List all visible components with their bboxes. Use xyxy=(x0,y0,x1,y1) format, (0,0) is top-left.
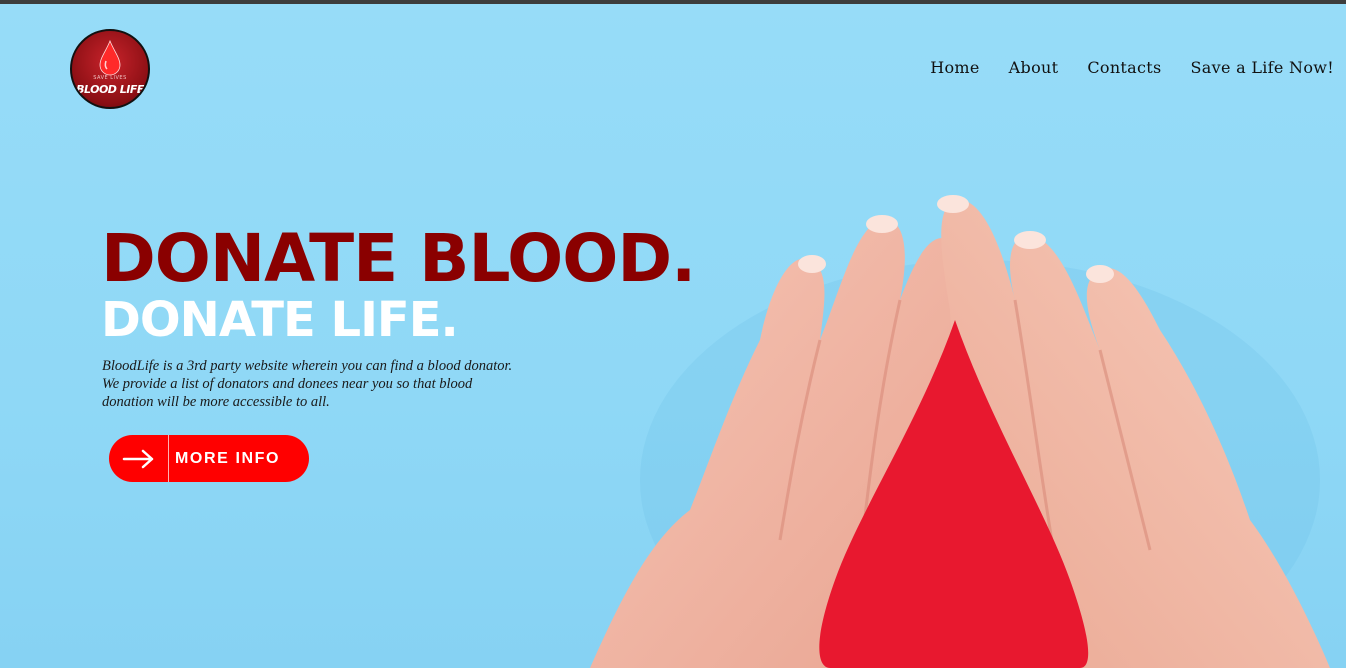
logo-name: BLOOD LIFE xyxy=(76,83,144,96)
hero-description: BloodLife is a 3rd party website wherein… xyxy=(102,358,513,410)
nav-save-a-life[interactable]: Save a Life Now! xyxy=(1191,58,1335,77)
nav-about[interactable]: About xyxy=(1009,58,1059,77)
site-logo[interactable]: SAVE LIVES BLOOD LIFE xyxy=(70,29,150,109)
more-info-label: MORE INFO xyxy=(175,449,281,467)
hero-subheadline: DONATE LIFE. xyxy=(101,292,459,348)
hands-holding-blood-drop-image xyxy=(590,195,1330,668)
main-nav: Home About Contacts Save a Life Now! xyxy=(930,58,1334,77)
arrow-right-icon xyxy=(109,435,169,482)
more-info-button[interactable]: MORE INFO xyxy=(109,435,309,482)
nav-contacts[interactable]: Contacts xyxy=(1087,58,1161,77)
logo-tagline: SAVE LIVES xyxy=(93,75,127,81)
nav-home[interactable]: Home xyxy=(930,58,979,77)
